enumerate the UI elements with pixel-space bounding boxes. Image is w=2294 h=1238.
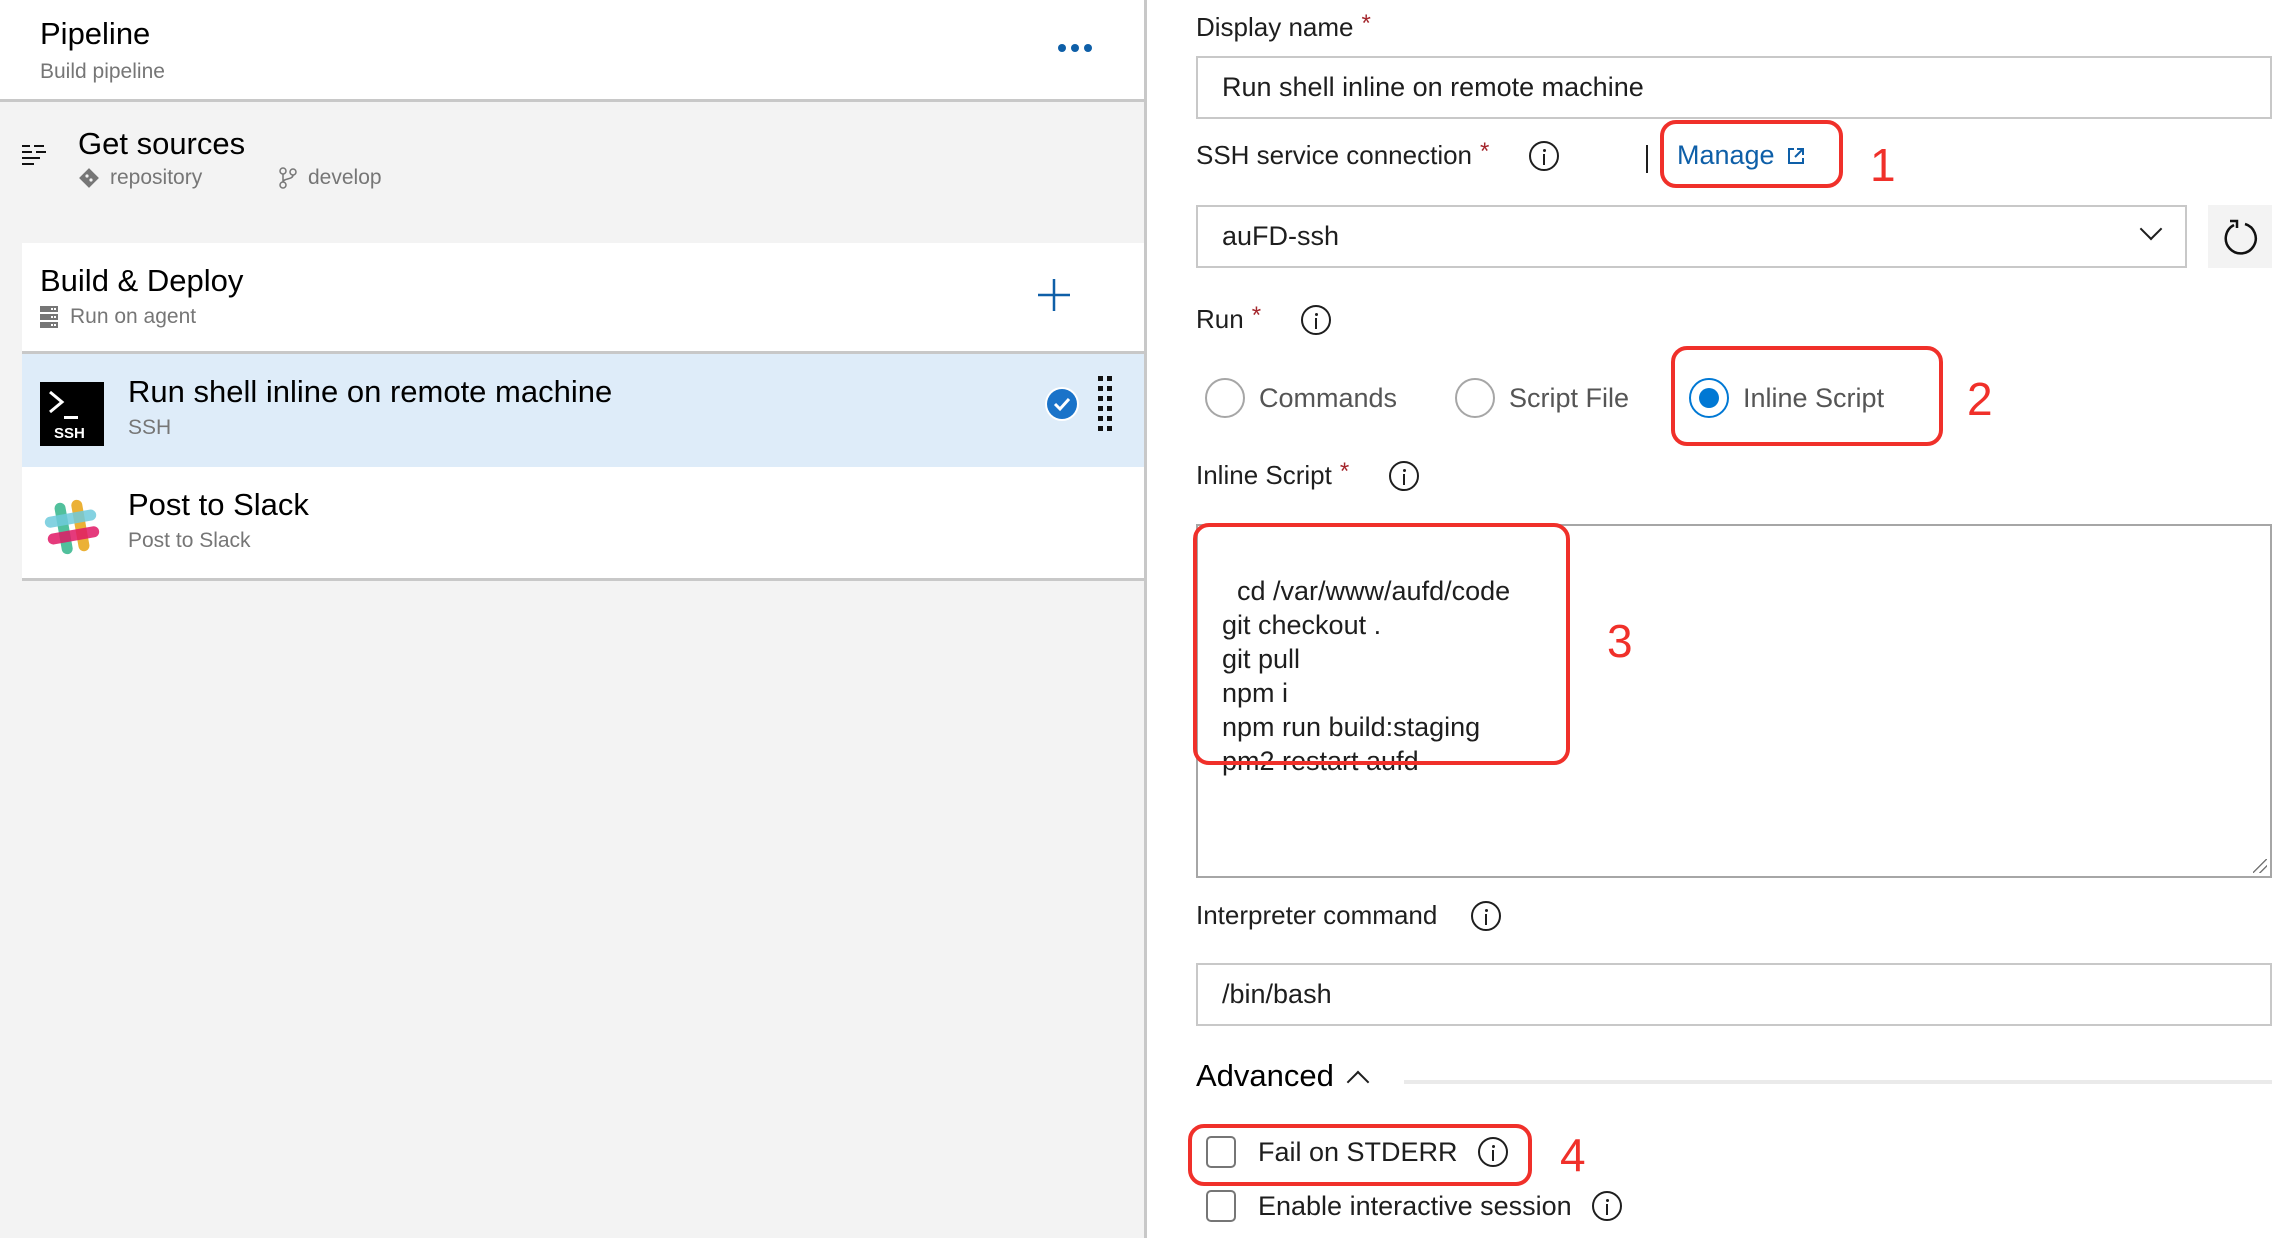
more-options-button[interactable] xyxy=(1058,40,1092,56)
display-name-input[interactable]: Run shell inline on remote machine xyxy=(1196,56,2272,119)
separator xyxy=(1646,145,1648,173)
task-title: Post to Slack xyxy=(128,487,309,522)
required-marker: * xyxy=(1480,137,1490,165)
branch-icon xyxy=(279,167,297,189)
ssh-connection-label-text: SSH service connection xyxy=(1196,140,1473,170)
chevron-down-icon xyxy=(2139,217,2163,241)
radio-label: Script File xyxy=(1509,382,1630,413)
agent-server-icon xyxy=(40,306,58,328)
annotation-number-1: 1 xyxy=(1870,139,1896,191)
radio-circle-selected[interactable] xyxy=(1689,378,1729,418)
run-label-text: Run xyxy=(1196,304,1244,334)
get-sources-icon xyxy=(22,145,46,165)
task-enabled-check-icon xyxy=(1045,387,1079,421)
annotation-number-4: 4 xyxy=(1560,1129,1586,1181)
advanced-section-toggle[interactable]: Advanced xyxy=(1196,1058,1370,1094)
slack-icon xyxy=(44,499,100,555)
inline-script-value: cd /var/www/aufd/code git checkout . git… xyxy=(1222,576,1511,776)
required-marker: * xyxy=(1251,301,1262,329)
interpreter-value: /bin/bash xyxy=(1222,979,1332,1009)
annotation-number-3: 3 xyxy=(1607,615,1633,667)
panel-splitter[interactable] xyxy=(1144,0,1147,1238)
interactive-session-option: Enable interactive session xyxy=(1206,1190,1622,1222)
job-title: Build & Deploy xyxy=(40,263,244,298)
task-item-ssh[interactable]: SSH Run shell inline on remote machine S… xyxy=(22,354,1144,467)
section-divider xyxy=(1404,1080,2272,1084)
radio-label: Commands xyxy=(1259,382,1398,413)
add-task-button[interactable] xyxy=(1036,277,1072,313)
inline-script-label-text: Inline Script xyxy=(1196,460,1332,490)
fail-on-stderr-option: Fail on STDERR xyxy=(1206,1136,1508,1168)
ssh-terminal-icon: SSH xyxy=(40,382,104,446)
radio-script-file[interactable]: Script File xyxy=(1455,378,1629,418)
radio-circle[interactable] xyxy=(1455,378,1495,418)
pipeline-title: Pipeline xyxy=(40,16,151,51)
job-build-deploy[interactable]: Build & Deploy Run on agent xyxy=(22,243,1144,354)
info-icon[interactable] xyxy=(1529,140,1560,171)
inline-script-label: Inline Script * xyxy=(1196,457,1420,491)
display-name-label-text: Display name xyxy=(1196,12,1354,42)
interactive-session-checkbox[interactable] xyxy=(1206,1190,1236,1222)
manage-link-text: Manage xyxy=(1677,140,1775,170)
radio-inline-script[interactable]: Inline Script xyxy=(1689,378,1884,418)
display-name-value: Run shell inline on remote machine xyxy=(1222,72,1644,102)
info-icon[interactable] xyxy=(1389,460,1420,491)
interpreter-command-input[interactable]: /bin/bash xyxy=(1196,963,2272,1026)
task-subtitle: Post to Slack xyxy=(128,529,251,552)
task-item-slack[interactable]: Post to Slack Post to Slack xyxy=(22,467,1144,581)
refresh-icon xyxy=(2224,219,2258,255)
repository-meta: repository xyxy=(78,166,202,190)
repository-name: repository xyxy=(110,166,203,189)
git-repo-icon xyxy=(79,168,99,188)
job-subtitle-text: Run on agent xyxy=(70,305,197,328)
resize-handle[interactable] xyxy=(2253,859,2267,873)
svg-text:SSH: SSH xyxy=(54,425,85,442)
inline-script-textarea[interactable]: cd /var/www/aufd/code git checkout . git… xyxy=(1196,524,2272,878)
branch-name: develop xyxy=(308,166,382,189)
manage-link[interactable]: Manage xyxy=(1677,140,1805,171)
refresh-button[interactable] xyxy=(2208,205,2272,268)
interpreter-label-text: Interpreter command xyxy=(1196,900,1438,930)
ssh-connection-dropdown[interactable]: auFD-ssh xyxy=(1196,205,2187,268)
run-label: Run * xyxy=(1196,301,1332,335)
task-title: Run shell inline on remote machine xyxy=(128,374,613,409)
pipeline-panel: Pipeline Build pipeline Get sources repo… xyxy=(0,0,1144,1238)
get-sources-title: Get sources xyxy=(78,126,246,161)
job-subtitle: Run on agent xyxy=(40,305,196,329)
fail-on-stderr-checkbox[interactable] xyxy=(1206,1136,1236,1168)
ellipsis-dot xyxy=(1084,44,1092,52)
info-icon[interactable] xyxy=(1591,1191,1622,1221)
interpreter-label: Interpreter command xyxy=(1196,900,1502,931)
checkbox-label: Fail on STDERR xyxy=(1258,1136,1458,1167)
task-subtitle: SSH xyxy=(128,416,172,439)
get-sources-item[interactable]: Get sources repository develop xyxy=(0,106,1144,216)
annotation-number-2: 2 xyxy=(1967,373,1993,425)
advanced-label: Advanced xyxy=(1196,1058,1334,1093)
chevron-up-icon xyxy=(1346,1070,1370,1094)
display-name-label: Display name * xyxy=(1196,9,1371,43)
branch-meta: develop xyxy=(278,166,382,190)
ssh-connection-label: SSH service connection * xyxy=(1196,137,1560,171)
ssh-connection-value: auFD-ssh xyxy=(1222,221,1340,251)
ellipsis-icon xyxy=(1058,44,1066,52)
info-icon[interactable] xyxy=(1477,1137,1508,1167)
required-marker: * xyxy=(1339,457,1350,485)
required-marker: * xyxy=(1361,9,1371,37)
pipeline-subtitle: Build pipeline xyxy=(40,60,165,83)
info-icon[interactable] xyxy=(1471,900,1502,931)
info-icon[interactable] xyxy=(1301,304,1332,335)
radio-label: Inline Script xyxy=(1743,382,1885,413)
drag-handle[interactable] xyxy=(1098,376,1114,434)
external-link-icon xyxy=(1787,147,1804,164)
ellipsis-dot xyxy=(1071,44,1079,52)
pipeline-header: Pipeline Build pipeline xyxy=(0,0,1144,102)
radio-circle[interactable] xyxy=(1205,378,1245,418)
radio-commands[interactable]: Commands xyxy=(1205,378,1397,418)
checkbox-label: Enable interactive session xyxy=(1258,1190,1572,1221)
